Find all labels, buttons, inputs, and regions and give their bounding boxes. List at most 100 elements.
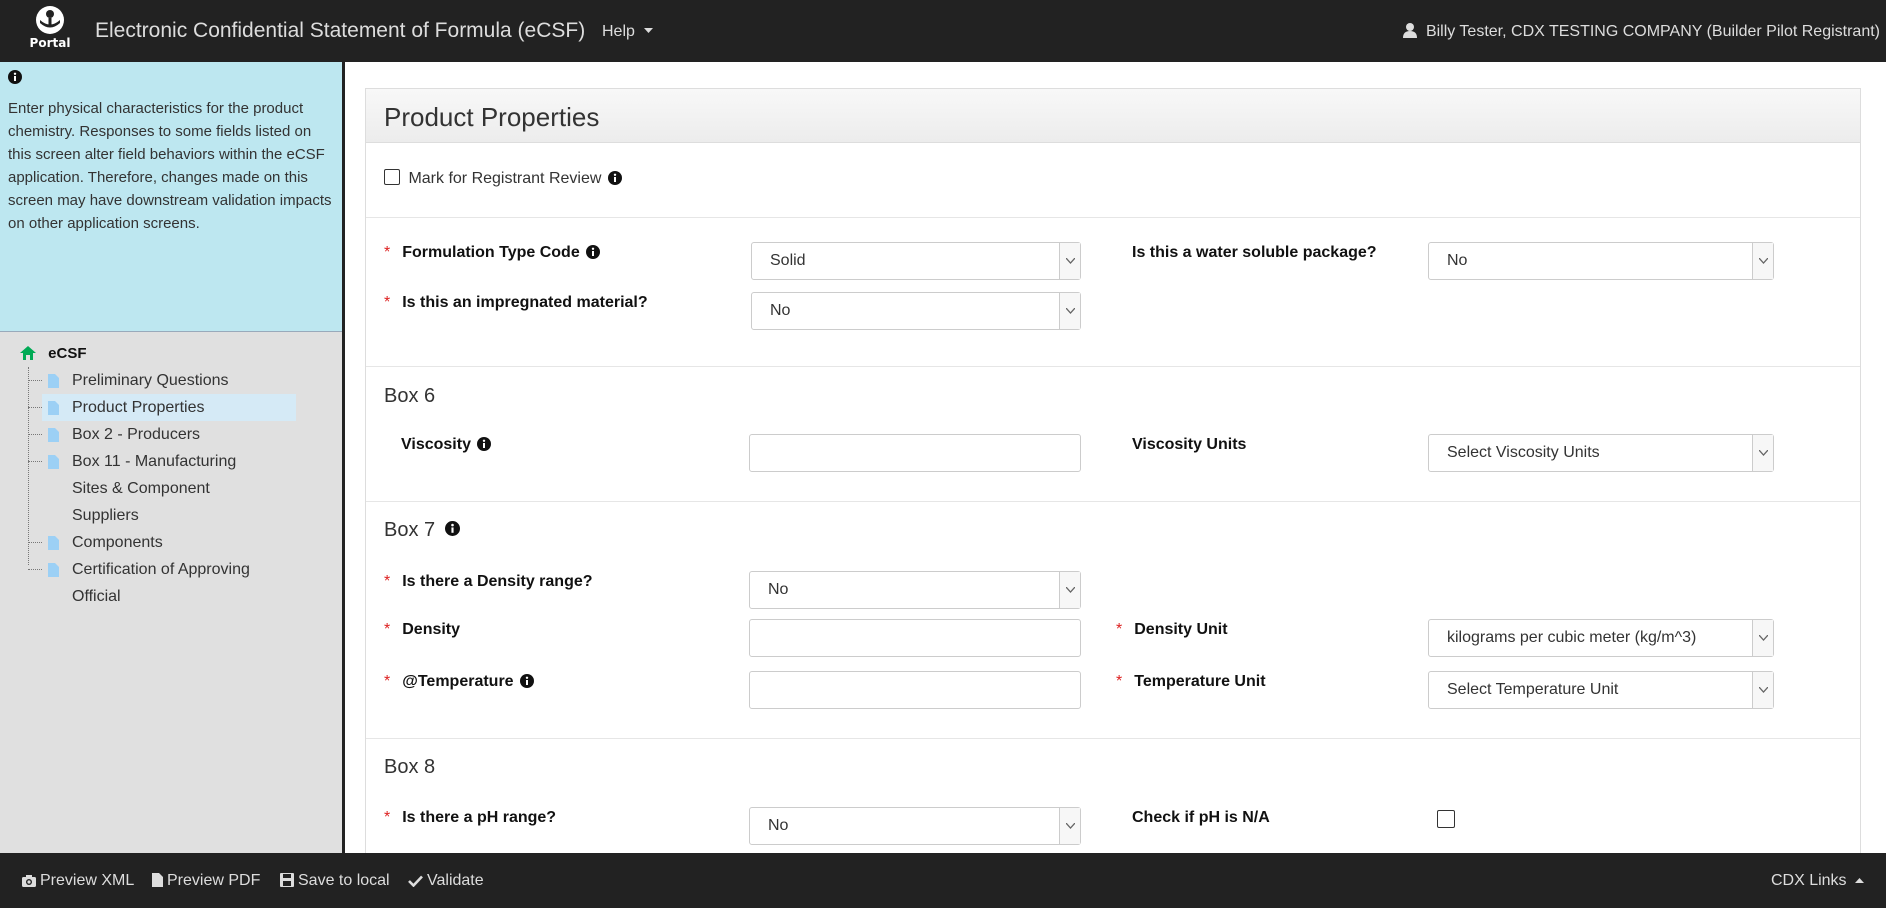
chevron-down-icon (1752, 620, 1773, 656)
viscosity-label: Viscosity (401, 436, 492, 454)
preview-pdf-button[interactable]: Preview PDF (152, 872, 260, 890)
ph-range-text: Is there a pH range? (402, 809, 557, 826)
sidebar-item-producers[interactable]: Box 2 - Producers (28, 421, 340, 448)
sidebar-item-label: Components (72, 534, 163, 551)
info-icon[interactable] (444, 521, 460, 536)
formulation-type-select[interactable]: Solid (751, 242, 1081, 280)
density-range-select[interactable]: No (749, 571, 1081, 609)
product-properties-panel: Product Properties Mark for Registrant R… (365, 88, 1861, 853)
box8-heading: Box 8 (384, 756, 436, 778)
user-menu[interactable]: Billy Tester, CDX TESTING COMPANY (Build… (1403, 23, 1880, 41)
help-panel: Enter physical characteristics for the p… (0, 62, 342, 332)
viscosity-units-value: Select Viscosity Units (1447, 444, 1600, 461)
bottom-toolbar: Preview XML Preview PDF Save to local Va… (0, 853, 1886, 908)
temperature-unit-select[interactable]: Select Temperature Unit (1428, 671, 1774, 709)
check-icon (408, 875, 423, 888)
info-icon[interactable] (477, 437, 492, 451)
help-text: Enter physical characteristics for the p… (8, 100, 332, 232)
tree-connector (28, 367, 29, 565)
ph-range-label: * Is there a pH range? (384, 809, 557, 826)
preview-xml-label: Preview XML (40, 872, 135, 889)
viscosity-input[interactable] (749, 434, 1081, 472)
ph-range-select[interactable]: No (749, 807, 1081, 845)
impregnated-select[interactable]: No (751, 292, 1081, 330)
sidebar-item-label: Box 11 - Manufacturing Sites & Component… (72, 453, 237, 524)
density-range-text: Is there a Density range? (402, 573, 593, 590)
page-title: Product Properties (384, 102, 600, 132)
density-text: Density (402, 621, 461, 638)
box6-heading: Box 6 (384, 385, 436, 407)
water-soluble-value: No (1447, 252, 1468, 269)
impregnated-text: Is this an impregnated material? (402, 294, 648, 311)
sidebar-item-label: Product Properties (72, 399, 205, 416)
box7-heading: Box 7 (384, 519, 460, 542)
save-local-button[interactable]: Save to local (280, 872, 390, 890)
save-icon (280, 873, 294, 887)
density-input[interactable] (749, 619, 1081, 657)
chevron-down-icon (1059, 293, 1080, 329)
divider (366, 738, 1860, 739)
tree-root[interactable]: eCSF (20, 345, 340, 367)
logo-text: Portal (29, 36, 71, 50)
ph-range-value: No (768, 817, 789, 834)
divider (366, 217, 1860, 218)
registrant-review-checkbox[interactable] (384, 169, 400, 185)
sidebar-item-product-properties[interactable]: Product Properties (28, 394, 296, 421)
file-icon (48, 374, 59, 388)
temperature-label: * @Temperature (384, 673, 535, 691)
caret-up-icon (1855, 878, 1864, 883)
chevron-down-icon (1059, 243, 1080, 279)
user-label: Billy Tester, CDX TESTING COMPANY (Build… (1425, 23, 1880, 40)
cdx-links-menu[interactable]: CDX Links (1771, 872, 1864, 890)
help-menu[interactable]: Help (602, 23, 654, 41)
panel-header: Product Properties (366, 89, 1860, 143)
density-unit-value: kilograms per cubic meter (kg/m^3) (1447, 629, 1697, 646)
ph-na-checkbox[interactable] (1437, 810, 1455, 828)
app-title: Electronic Confidential Statement of For… (95, 19, 586, 42)
caret-down-icon (644, 28, 654, 33)
nav-tree: eCSF Preliminary Questions Product Prope… (20, 345, 340, 610)
validate-button[interactable]: Validate (408, 872, 484, 890)
file-icon (48, 455, 59, 469)
sidebar: Enter physical characteristics for the p… (0, 62, 345, 853)
temperature-text: @Temperature (402, 673, 514, 690)
user-icon (1403, 23, 1418, 38)
file-icon (152, 873, 163, 887)
density-unit-text: Density Unit (1134, 621, 1228, 638)
portal-logo[interactable]: Portal (26, 5, 74, 59)
viscosity-units-select[interactable]: Select Viscosity Units (1428, 434, 1774, 472)
water-soluble-select[interactable]: No (1428, 242, 1774, 280)
help-menu-label: Help (602, 23, 635, 40)
save-local-label: Save to local (298, 872, 390, 889)
registrant-review: Mark for Registrant Review (384, 169, 622, 188)
sidebar-item-components[interactable]: Components (28, 529, 340, 556)
file-icon (48, 563, 59, 577)
water-soluble-label: Is this a water soluble package? (1132, 244, 1377, 261)
divider (366, 501, 1860, 502)
density-unit-select[interactable]: kilograms per cubic meter (kg/m^3) (1428, 619, 1774, 657)
density-unit-label: * Density Unit (1116, 621, 1228, 638)
sidebar-item-label: Box 2 - Producers (72, 426, 201, 443)
file-icon (48, 401, 59, 415)
chevron-down-icon (1752, 672, 1773, 708)
validate-label: Validate (427, 872, 484, 889)
formulation-type-value: Solid (770, 252, 806, 269)
registrant-review-label: Mark for Registrant Review (408, 170, 602, 187)
chevron-down-icon (1752, 435, 1773, 471)
temperature-input[interactable] (749, 671, 1081, 709)
sidebar-item-preliminary-questions[interactable]: Preliminary Questions (28, 367, 340, 394)
info-icon[interactable] (520, 674, 535, 688)
info-icon[interactable] (586, 245, 601, 259)
sidebar-item-manufacturing[interactable]: Box 11 - Manufacturing Sites & Component… (28, 448, 242, 529)
viscosity-text: Viscosity (401, 436, 471, 453)
sidebar-item-certification[interactable]: Certification of Approving Official (28, 556, 262, 610)
chevron-down-icon (1059, 808, 1080, 844)
sidebar-item-label: Certification of Approving Official (72, 561, 250, 605)
info-icon[interactable] (607, 171, 622, 185)
preview-xml-button[interactable]: Preview XML (22, 872, 134, 890)
file-icon (48, 536, 59, 550)
density-range-label: * Is there a Density range? (384, 573, 593, 590)
impregnated-value: No (770, 302, 791, 319)
top-navbar: Portal Electronic Confidential Statement… (0, 0, 1886, 62)
divider (366, 366, 1860, 367)
